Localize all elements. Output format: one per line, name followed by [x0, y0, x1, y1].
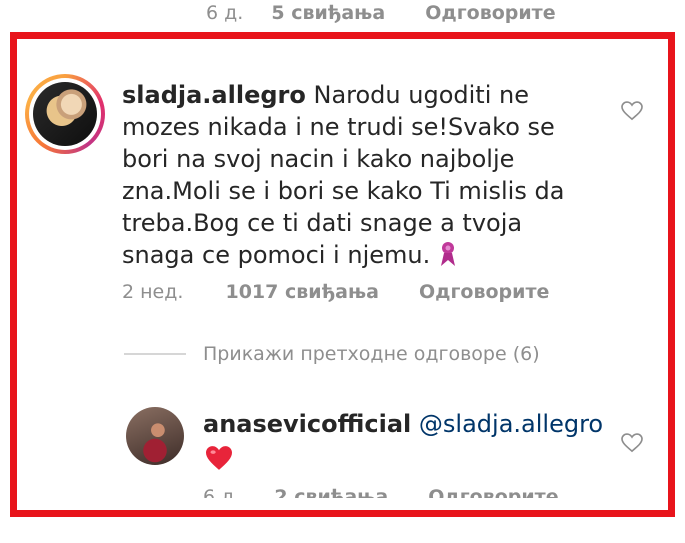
previous-comment-likes[interactable]: 5 свиђања — [271, 2, 385, 24]
reply-likes[interactable]: 2 свиђања — [274, 486, 388, 498]
commenter-avatar[interactable] — [25, 74, 105, 154]
like-comment-heart-icon[interactable] — [621, 101, 643, 121]
reply-time: 6 д. — [203, 486, 241, 498]
comment-body: sladja.allegro Narodu ugoditi ne mozes n… — [122, 79, 602, 271]
commenter-avatar-image — [33, 82, 97, 146]
reply-meta: 6 д. 2 свиђања Одговорите — [203, 484, 559, 498]
reply-mention[interactable]: @sladja.allegro — [419, 410, 603, 438]
comment-time: 2 нед. — [122, 281, 184, 303]
ribbon-emoji — [440, 242, 455, 266]
replies-divider — [124, 353, 186, 355]
comment-text: Narodu ugoditi ne mozes nikada i ne trud… — [122, 81, 565, 269]
comment-likes[interactable]: 1017 свиђања — [225, 281, 378, 303]
previous-comment-time: 6 д. — [206, 2, 244, 24]
view-previous-replies[interactable]: Прикажи претходне одговоре (6) — [203, 343, 540, 365]
red-heart-emoji — [206, 446, 232, 470]
previous-comment-reply-button[interactable]: Одговорите — [425, 2, 555, 24]
comment-meta: 2 нед. 1017 свиђања Одговорите — [122, 281, 549, 303]
reply-reply-button[interactable]: Одговорите — [428, 486, 558, 498]
reply-body: anasevicofficial @sladja.allegro — [203, 408, 623, 440]
like-reply-heart-icon[interactable] — [621, 433, 643, 453]
comment-reply-button[interactable]: Одговорите — [419, 281, 549, 303]
comment-username[interactable]: sladja.allegro — [122, 81, 306, 109]
replier-avatar[interactable] — [126, 407, 184, 465]
previous-comment-meta: 6 д. 5 свиђања Одговорите — [206, 2, 556, 24]
reply-username[interactable]: anasevicofficial — [203, 410, 411, 438]
